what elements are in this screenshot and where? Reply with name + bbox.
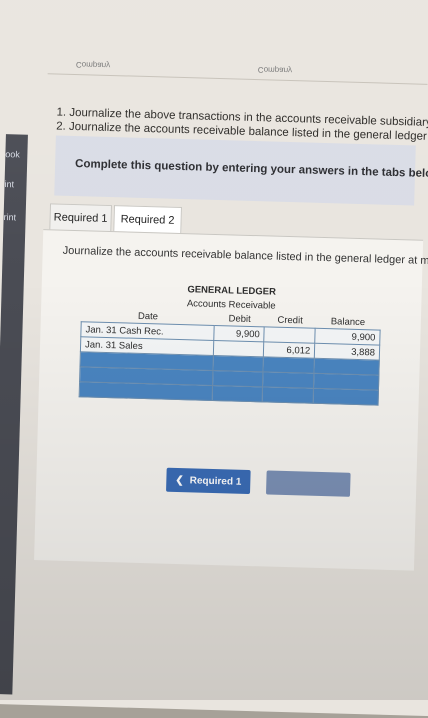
general-ledger-table: GENERAL LEDGER Accounts Receivable Date …: [79, 279, 382, 406]
row-5-debit-input[interactable]: [212, 385, 263, 402]
row-4-debit-input[interactable]: [212, 370, 264, 387]
header-mirrored-text-left: Company: [75, 60, 111, 70]
next-button[interactable]: [265, 470, 351, 497]
row-1-debit[interactable]: 9,900: [213, 325, 265, 342]
sidebar-item-print[interactable]: rint: [3, 212, 16, 222]
sidebar-item-hint[interactable]: int: [4, 179, 14, 189]
sidebar-item-ebook[interactable]: ook: [5, 149, 20, 159]
chevron-left-icon: ❮: [175, 474, 184, 486]
row-2-debit[interactable]: [213, 340, 265, 357]
tabs-panel: Complete this question by entering your …: [54, 135, 428, 206]
header-divider: [47, 73, 428, 85]
row-5-date-input[interactable]: [79, 381, 213, 401]
row-2-credit[interactable]: 6,012: [263, 341, 315, 359]
row-3-debit-input[interactable]: [213, 355, 264, 372]
row-5-balance-input[interactable]: [313, 388, 379, 406]
previous-button[interactable]: ❮ Required 1: [166, 467, 251, 495]
tilted-screen: ook int rint Company Company 1. Journali…: [0, 0, 428, 717]
column-header-credit: Credit: [277, 314, 303, 326]
previous-button-label: Required 1: [189, 474, 242, 488]
row-5-credit-input[interactable]: [262, 386, 314, 404]
header-mirrored-text-right: Company: [257, 65, 293, 76]
column-header-debit: Debit: [228, 312, 251, 325]
tab-required-2[interactable]: Required 2: [113, 205, 182, 235]
content-instruction: Journalize the accounts receivable balan…: [62, 244, 428, 269]
row-1-credit[interactable]: [264, 326, 316, 344]
tab-content: Journalize the accounts receivable balan…: [34, 229, 428, 571]
panel-prompt: Complete this question by entering your …: [74, 158, 428, 181]
row-4-credit-input[interactable]: [262, 371, 315, 389]
row-3-credit-input[interactable]: [263, 356, 315, 374]
